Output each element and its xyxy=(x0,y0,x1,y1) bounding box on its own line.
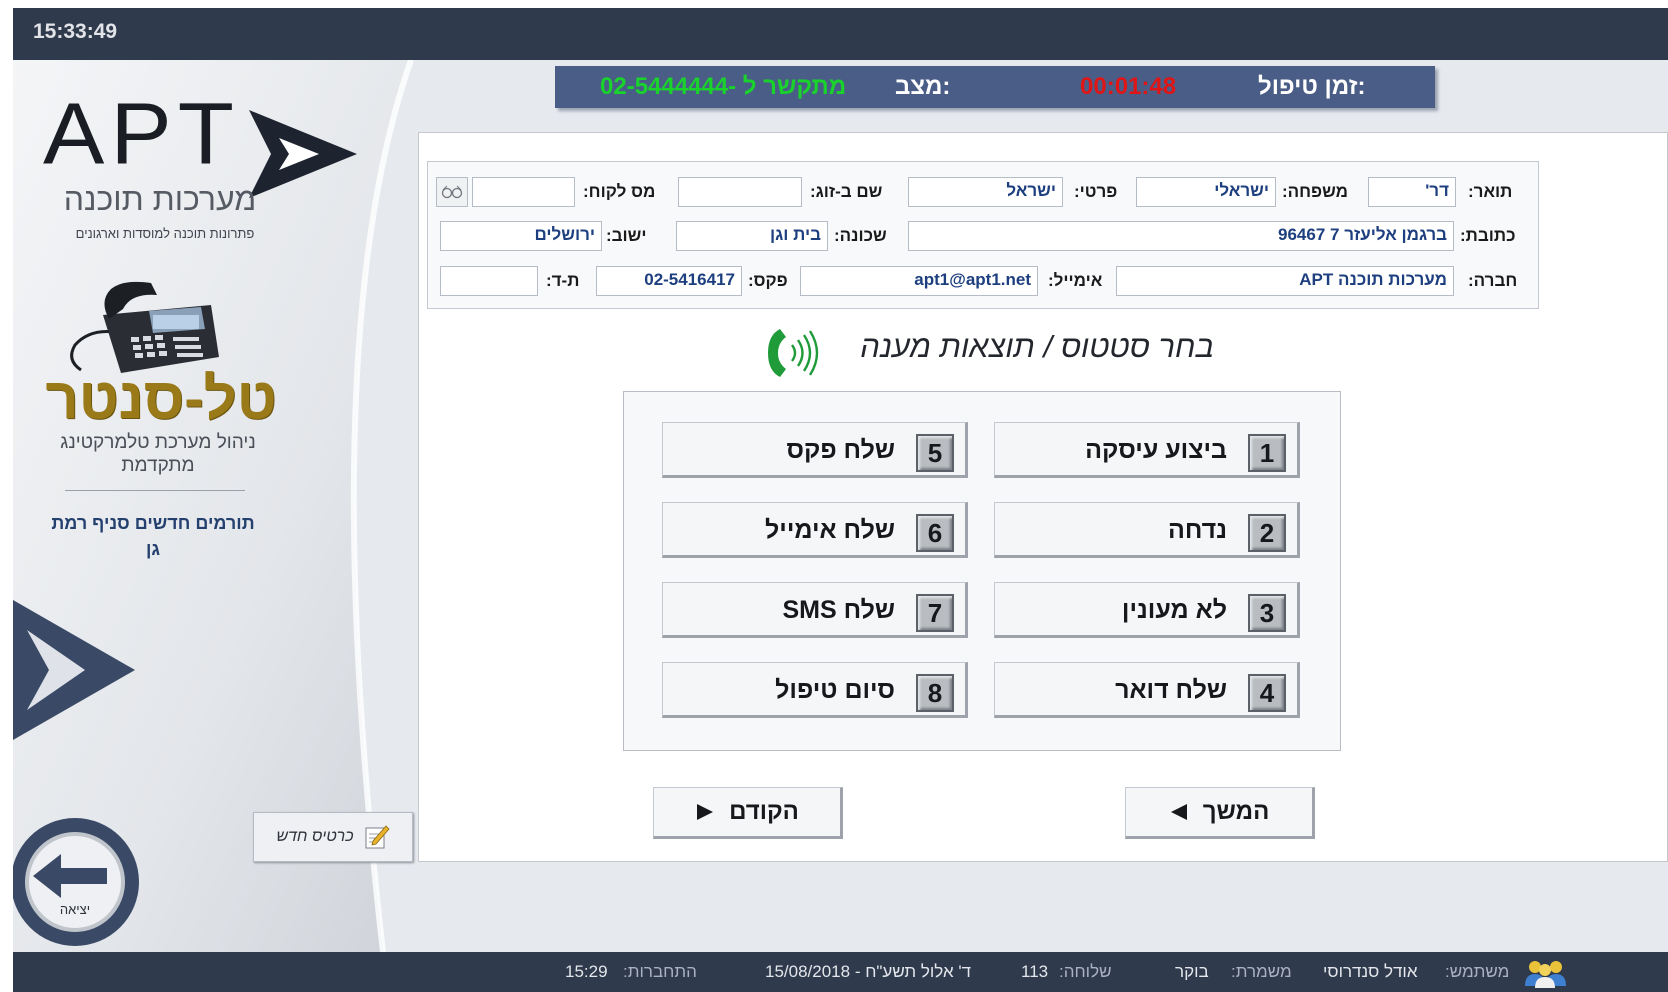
result-label: נדחה xyxy=(1168,516,1227,544)
exit-arrow-icon: יציאה xyxy=(13,818,139,946)
address-field[interactable]: ברגמן אליעזר 7 96467 xyxy=(908,221,1454,251)
handle-time-value: 00:01:48 xyxy=(1080,73,1177,100)
fax-label: פקס: xyxy=(748,271,788,290)
result-button-5[interactable]: 5 שלח פקס xyxy=(662,422,968,478)
logo-tagline: פתרונות תוכנה למוסדות וארגונים xyxy=(75,226,255,241)
customer-form: תואר: דר' משפחה: ישראלי פרטי: ישראל שם ב… xyxy=(427,161,1539,309)
result-button-1[interactable]: 1 ביצוע עיסקה xyxy=(994,422,1300,478)
result-number: 8 xyxy=(916,674,954,712)
apt-logo-arrow-icon xyxy=(249,110,357,198)
clock: 15:33:49 xyxy=(33,20,118,43)
result-label: שלח אימייל xyxy=(764,516,895,544)
company-label: חברה: xyxy=(1468,271,1518,290)
result-button-7[interactable]: 7 שלח SMS xyxy=(662,582,968,638)
result-button-6[interactable]: 6 שלח אימייל xyxy=(662,502,968,558)
section-title: בחר סטטוס / תוצאות מענה xyxy=(860,329,1214,364)
extension-label: שלוחה: xyxy=(1059,962,1112,981)
lastname-label: משפחה: xyxy=(1282,182,1348,201)
new-card-label: כרטיס חדש xyxy=(276,828,354,845)
company-field[interactable]: מערכות תוכנה APT xyxy=(1116,266,1454,296)
user-value: אודל סנדרוסי xyxy=(1323,962,1418,981)
result-button-8[interactable]: 8 סיום טיפול xyxy=(662,662,968,718)
phone-answer-icon xyxy=(768,329,819,377)
result-label: שלח דואר xyxy=(1115,676,1227,704)
result-number: 3 xyxy=(1248,594,1286,632)
email-label: אימייל: xyxy=(1048,271,1103,290)
next-button[interactable]: המשך xyxy=(1125,787,1315,839)
sidebar-divider xyxy=(65,490,245,491)
customer-no-label: מס לקוח: xyxy=(583,182,656,201)
arrow-left-icon xyxy=(1170,804,1187,820)
result-label: לא מעונין xyxy=(1121,596,1227,624)
extension-value: 113 xyxy=(1021,962,1049,981)
login-value: 15:29 xyxy=(565,962,608,981)
spouse-label: שם ב-זוג: xyxy=(810,182,883,201)
arrow-right-icon xyxy=(697,804,714,820)
logo-apt-text: APT xyxy=(43,85,240,183)
lastname-field[interactable]: ישראלי xyxy=(1136,177,1276,207)
product-description: ניהול מערכת טלמרקטינג מתקדמת xyxy=(60,432,256,476)
spouse-field[interactable] xyxy=(678,177,802,207)
user-label: משתמש: xyxy=(1445,962,1510,981)
title-label: תואר: xyxy=(1468,182,1513,201)
firstname-label: פרטי: xyxy=(1074,182,1118,201)
address-label: כתובת: xyxy=(1460,226,1516,245)
exit-button[interactable]: יציאה xyxy=(13,812,153,952)
top-bar: 15:33:49 xyxy=(13,8,1668,60)
title-field[interactable]: דר' xyxy=(1368,177,1456,207)
pobox-label: ת-ד: xyxy=(546,271,580,290)
new-card-button[interactable]: כרטיס חדש xyxy=(253,812,413,862)
email-field[interactable]: apt1@apt1.net xyxy=(800,266,1038,296)
product-name: טל-סנטר xyxy=(45,366,277,431)
bottom-status-bar: משתמש: אודל סנדרוסי משמרת: בוקר שלוחה: 1… xyxy=(13,952,1668,992)
next-label: המשך xyxy=(1202,798,1270,825)
result-label: סיום טיפול xyxy=(775,676,895,704)
neighborhood-label: שכונה: xyxy=(834,226,887,245)
date-value: ד' אלול תשע"ח - 15/08/2018 xyxy=(765,962,972,981)
login-label: התחברות: xyxy=(623,962,697,981)
result-number: 5 xyxy=(916,434,954,472)
previous-button[interactable]: הקודם xyxy=(653,787,843,839)
result-label: ביצוע עיסקה xyxy=(1085,436,1227,464)
users-icon xyxy=(1525,961,1566,988)
customer-no-field[interactable] xyxy=(472,177,575,207)
firstname-field[interactable]: ישראל xyxy=(908,177,1063,207)
exit-label: יציאה xyxy=(60,902,90,917)
city-field[interactable]: ירושלים xyxy=(440,221,602,251)
results-panel: 1 ביצוע עיסקה 2 נדחה 3 לא מעונין 4 שלח ד… xyxy=(623,391,1341,751)
result-label: שלח SMS xyxy=(782,596,895,624)
neighborhood-field[interactable]: בית וגן xyxy=(676,221,828,251)
result-number: 7 xyxy=(916,594,954,632)
main-panel: תואר: דר' משפחה: ישראלי פרטי: ישראל שם ב… xyxy=(418,132,1668,862)
pobox-field[interactable] xyxy=(440,266,538,296)
state-value: מתקשר ל -02-5444444 xyxy=(600,73,847,100)
glasses-icon xyxy=(441,185,463,199)
result-number: 6 xyxy=(916,514,954,552)
previous-label: הקודם xyxy=(729,798,799,825)
result-button-2[interactable]: 2 נדחה xyxy=(994,502,1300,558)
result-button-3[interactable]: 3 לא מעונין xyxy=(994,582,1300,638)
handle-time-label: זמן טיפול: xyxy=(1258,73,1366,100)
result-number: 2 xyxy=(1248,514,1286,552)
shift-value: בוקר xyxy=(1175,962,1209,981)
result-number: 4 xyxy=(1248,674,1286,712)
sidebar: APT מערכות תוכנה פתרונות תוכנה למוסדות ו… xyxy=(13,60,463,952)
result-label: שלח פקס xyxy=(786,436,895,464)
result-button-4[interactable]: 4 שלח דואר xyxy=(994,662,1300,718)
city-label: ישוב: xyxy=(606,226,647,245)
apt-logo: APT מערכות תוכנה פתרונות תוכנה למוסדות ו… xyxy=(41,85,361,241)
decorative-arrow-icon xyxy=(13,600,135,740)
campaign-name: תורמים חדשים סניף רמת גן xyxy=(51,513,255,560)
call-status-bar: זמן טיפול: 00:01:48 מצב: מתקשר ל -02-544… xyxy=(555,66,1435,108)
app-window: 15:33:49 APT מערכות תוכנה פתרונות תוכנה … xyxy=(13,8,1668,992)
shift-label: משמרת: xyxy=(1231,962,1292,981)
search-customer-button[interactable] xyxy=(436,177,468,207)
new-card-icon xyxy=(365,825,390,849)
fax-field[interactable]: 02-5416417 xyxy=(596,266,742,296)
logo-hebrew: מערכות תוכנה xyxy=(63,181,257,217)
state-label: מצב: xyxy=(895,73,951,100)
result-number: 1 xyxy=(1248,434,1286,472)
